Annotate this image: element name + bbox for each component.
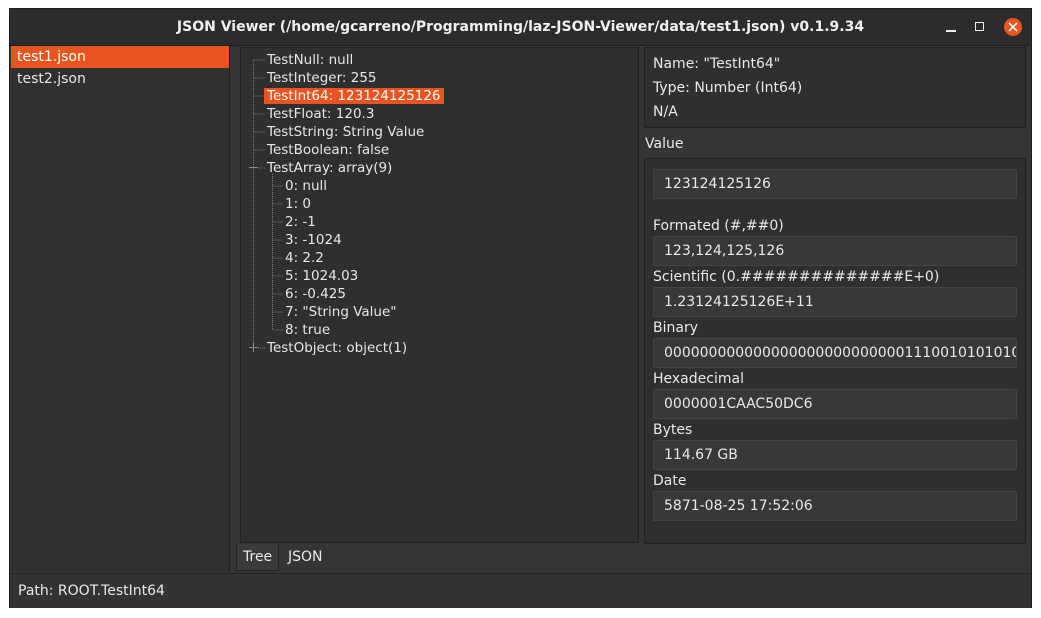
tree-node-array-item[interactable]: 2: -1 [285,213,316,231]
tree-node-array-item[interactable]: 5: 1024.03 [285,267,358,285]
tree-node-label: 5: 1024.03 [285,268,359,284]
status-bar: Path: ROOT.TestInt64 [10,573,1031,608]
tree-node-label: 7: "String Value" [285,304,397,320]
tree-node-label: 1: 0 [285,196,312,212]
tree-node-label: TestObject: object(1) [267,340,408,356]
formated-label: Formated (#,##0) [653,218,784,234]
tab-tree[interactable]: Tree [236,544,280,571]
tree-node-label: TestArray: array(9) [267,160,393,176]
tree-node-teststring[interactable]: TestString: String Value [267,123,424,141]
tree-node-label: 8: true [285,322,331,338]
tree-node-testobject[interactable]: TestObject: object(1) [267,339,407,357]
binary-field[interactable]: 0000000000000000000000000001110010101010… [653,338,1017,368]
json-tree[interactable]: TestNull: null TestInteger: 255 TestInt6… [240,47,639,543]
tree-node-testboolean[interactable]: TestBoolean: false [267,141,389,159]
window-title: JSON Viewer (/home/gcarreno/Programming/… [176,19,865,35]
node-type: Type: Number (Int64) [653,80,803,96]
tree-node-array-item[interactable]: 0: null [285,177,327,195]
date-field[interactable]: 5871-08-25 17:52:06 [653,491,1017,521]
tree-node-label: TestNull: null [267,52,354,68]
tree-node-label: TestBoolean: false [267,142,390,158]
value-panel: 123124125126 Formated (#,##0) 123,124,12… [644,158,1026,544]
node-extra: N/A [653,104,678,120]
value-section-label: Value [645,136,684,152]
tree-node-label: TestInteger: 255 [267,70,377,86]
tree-node-array-item[interactable]: 8: true [285,321,330,339]
node-info-panel: Name: "TestInt64" Type: Number (Int64) N… [644,47,1026,128]
close-button[interactable] [1004,18,1022,36]
bytes-label: Bytes [653,422,693,438]
bytes-field[interactable]: 114.67 GB [653,440,1017,470]
value-main-field[interactable]: 123124125126 [653,169,1017,199]
date-label: Date [653,473,687,489]
binary-label: Binary [653,320,698,336]
tab-json[interactable]: JSON [282,544,329,570]
scientific-field[interactable]: 1.23124125126E+11 [653,287,1017,317]
formated-field[interactable]: 123,124,125,126 [653,236,1017,266]
collapse-icon[interactable] [249,163,258,172]
scientific-label: Scientific (0.##############E+0) [653,269,940,285]
hexadecimal-label: Hexadecimal [653,371,744,387]
file-item-test1[interactable]: test1.json [11,46,229,68]
tree-node-label: 6: -0.425 [285,286,346,302]
path-status: Path: ROOT.TestInt64 [18,583,165,599]
tree-node-testfloat[interactable]: TestFloat: 120.3 [267,105,374,123]
tree-node-testint64[interactable]: TestInt64: 123124125126 [264,87,444,105]
tree-node-label: 2: -1 [285,214,316,230]
node-name: Name: "TestInt64" [653,56,781,72]
tree-node-testnull[interactable]: TestNull: null [267,51,353,69]
minimize-button[interactable] [942,18,960,36]
app-window: JSON Viewer (/home/gcarreno/Programming/… [9,8,1032,608]
tree-node-label: TestFloat: 120.3 [267,106,375,122]
tree-node-label: TestInt64: 123124125126 [264,88,444,104]
tree-node-array-item[interactable]: 6: -0.425 [285,285,346,303]
tree-node-array-item[interactable]: 7: "String Value" [285,303,397,321]
maximize-button[interactable] [971,18,989,36]
expand-icon[interactable] [249,343,258,352]
hexadecimal-field[interactable]: 0000001CAAC50DC6 [653,389,1017,419]
file-item-test2[interactable]: test2.json [11,68,229,90]
tree-node-testarray[interactable]: TestArray: array(9) [267,159,392,177]
tree-node-array-item[interactable]: 4: 2.2 [285,249,324,267]
tree-node-array-item[interactable]: 3: -1024 [285,231,342,249]
tree-node-label: TestString: String Value [267,124,425,140]
tree-node-label: 4: 2.2 [285,250,324,266]
title-bar[interactable]: JSON Viewer (/home/gcarreno/Programming/… [10,9,1031,46]
tree-node-testinteger[interactable]: TestInteger: 255 [267,69,377,87]
file-list[interactable]: test1.json test2.json [11,46,230,571]
tree-node-label: 0: null [285,178,328,194]
close-icon [1008,22,1018,32]
tree-node-array-item[interactable]: 1: 0 [285,195,311,213]
tree-node-label: 3: -1024 [285,232,342,248]
